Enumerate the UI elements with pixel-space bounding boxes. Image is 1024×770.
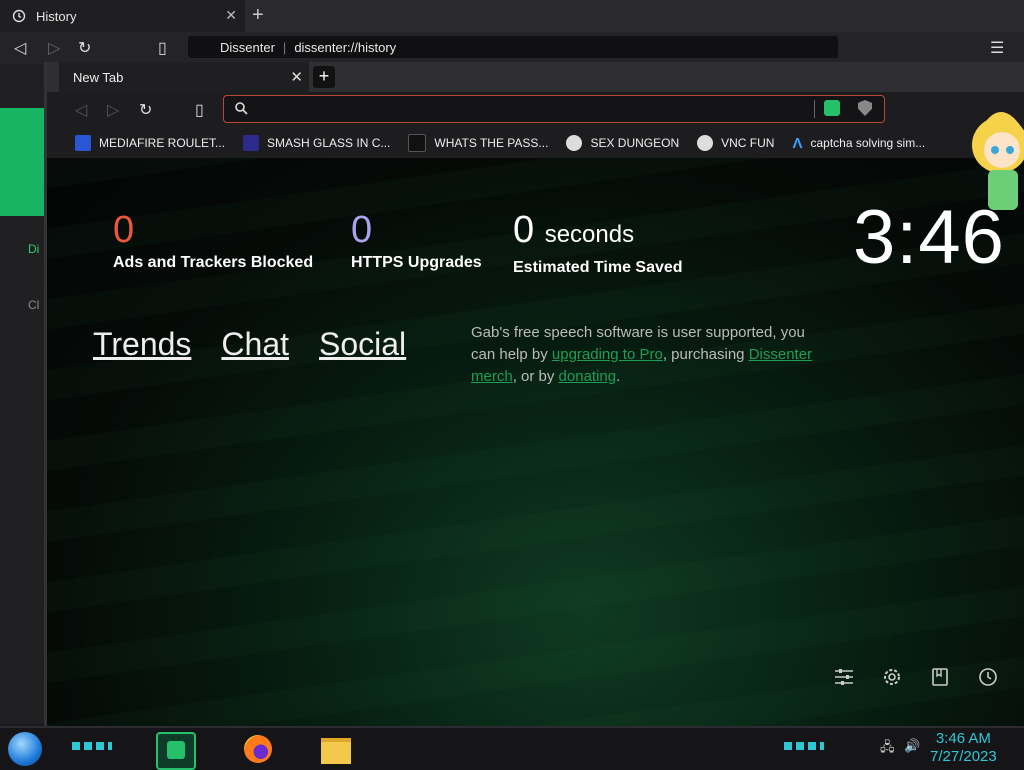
bookmark-label: captcha solving sim... <box>810 136 926 150</box>
forward-arrow-icon[interactable]: ▷ <box>48 38 60 58</box>
sidebar-green-panel <box>0 108 44 216</box>
sliders-icon[interactable] <box>833 666 855 688</box>
bookmarks-bar: MEDIAFIRE ROULET... SMASH GLASS IN C... … <box>47 128 1024 158</box>
quick-links: Trends Chat Social <box>93 326 406 363</box>
gear-icon[interactable] <box>881 666 903 688</box>
tab-new-tab[interactable]: New Tab ✕ <box>59 62 309 92</box>
volume-icon[interactable]: 🔊 <box>904 738 920 754</box>
bookmarks-icon[interactable] <box>929 666 951 688</box>
network-icon[interactable]: 🖧 <box>880 738 895 760</box>
address-url: dissenter://history <box>294 39 397 55</box>
dissenter-app-icon[interactable] <box>156 732 196 770</box>
link-trends[interactable]: Trends <box>93 326 191 363</box>
tab-history[interactable]: History ✕ <box>0 0 245 32</box>
taskbar-decoration <box>72 742 112 750</box>
file-explorer-icon[interactable] <box>318 732 354 766</box>
history-icon <box>12 9 26 23</box>
bookmark-icon[interactable]: ▯ <box>158 38 167 58</box>
back-tab-bar: History ✕ + <box>0 0 1024 32</box>
stat-label: HTTPS Upgrades <box>351 254 482 271</box>
address-site-name: Dissenter <box>220 39 275 55</box>
forward-arrow-icon[interactable]: ▷ <box>107 100 119 120</box>
stat-value: 0 <box>113 209 135 251</box>
bookmark-label: MEDIAFIRE ROULET... <box>99 136 226 150</box>
search-icon <box>235 102 248 115</box>
close-tab-icon[interactable]: ✕ <box>290 68 303 86</box>
system-date: 7/27/2023 <box>930 748 997 765</box>
stat-label: Ads and Trackers Blocked <box>113 254 314 271</box>
lock-icon <box>408 134 427 152</box>
bookmark-label: SEX DUNGEON <box>590 136 680 150</box>
firefox-icon[interactable] <box>240 732 276 766</box>
start-button[interactable] <box>8 732 42 766</box>
support-text: , or by <box>512 368 559 385</box>
smash-glass-icon <box>243 135 260 151</box>
support-text: , purchasing <box>662 346 749 363</box>
donate-link[interactable]: donating <box>559 368 617 385</box>
bookmark-label: WHATS THE PASS... <box>434 136 549 150</box>
stat-time-saved: 0 seconds Estimated Time Saved <box>513 210 683 277</box>
lambda-icon: Λ <box>792 135 803 152</box>
bookmark-item[interactable]: SEX DUNGEON <box>566 135 679 151</box>
reload-icon[interactable]: ↻ <box>139 100 152 120</box>
system-time: 3:46 AM <box>935 730 991 747</box>
skull-icon <box>566 135 583 151</box>
new-tab-button[interactable]: + <box>252 4 264 27</box>
bookmark-label: VNC FUN <box>721 136 775 150</box>
stat-value: 0 <box>351 209 373 251</box>
back-sidebar: Di Cl <box>0 64 44 724</box>
tab-title: New Tab <box>73 69 124 85</box>
address-bar[interactable] <box>223 95 885 123</box>
address-separator: | <box>282 39 287 55</box>
close-tab-icon[interactable]: ✕ <box>225 7 237 24</box>
bookmark-item[interactable]: WHATS THE PASS... <box>408 134 548 152</box>
back-address-bar[interactable]: Dissenter | dissenter://history <box>188 36 838 58</box>
skull-icon <box>697 135 714 151</box>
bookmark-item[interactable]: VNC FUN <box>697 135 774 151</box>
stat-ads-blocked: 0 Ads and Trackers Blocked <box>113 210 313 272</box>
history-icon[interactable] <box>977 666 999 688</box>
front-tab-bar: New Tab ✕ + <box>47 62 1024 92</box>
upgrade-pro-link[interactable]: upgrading to Pro <box>552 346 663 363</box>
reload-icon[interactable]: ↻ <box>78 38 91 58</box>
taskbar: 🖧 🔊 3:46 AM 7/27/2023 <box>0 726 1024 770</box>
bottom-toolbar <box>833 666 999 688</box>
sidebar-item-1[interactable]: Di <box>28 242 39 256</box>
bookmark-icon[interactable]: ▯ <box>195 100 204 120</box>
dissenter-comment-icon[interactable] <box>824 100 840 116</box>
tab-title: History <box>36 8 77 24</box>
bookmark-item[interactable]: SMASH GLASS IN C... <box>243 135 390 151</box>
back-arrow-icon[interactable]: ◁ <box>14 38 26 58</box>
new-tab-page: 0 Ads and Trackers Blocked 0 HTTPS Upgra… <box>47 158 1024 726</box>
bookmark-label: SMASH GLASS IN C... <box>267 136 391 150</box>
sidebar-item-2[interactable]: Cl <box>28 298 39 312</box>
shield-icon[interactable] <box>858 100 872 116</box>
system-clock[interactable]: 3:46 AM 7/27/2023 <box>930 730 997 766</box>
link-chat[interactable]: Chat <box>221 326 289 363</box>
mediafire-icon <box>75 135 91 151</box>
stat-unit: seconds <box>544 221 635 248</box>
support-text: . <box>616 368 621 385</box>
stat-value: 0 <box>513 209 535 251</box>
bookmark-item[interactable]: Λ captcha solving sim... <box>792 135 926 152</box>
taskbar-decoration <box>784 742 824 750</box>
front-browser-window: New Tab ✕ + ◁ ▷ ↻ ▯ MEDIAFIRE ROULET... … <box>44 62 1024 726</box>
new-tab-button[interactable]: + <box>313 66 335 88</box>
bookmark-item[interactable]: MEDIAFIRE ROULET... <box>75 135 225 151</box>
desktop-mascot-image <box>972 111 1024 210</box>
back-arrow-icon[interactable]: ◁ <box>75 100 87 120</box>
stat-https-upgrades: 0 HTTPS Upgrades <box>351 210 482 272</box>
support-message: Gab's free speech software is user suppo… <box>471 322 831 388</box>
link-social[interactable]: Social <box>319 326 406 363</box>
address-divider <box>814 100 815 118</box>
stat-label: Estimated Time Saved <box>513 259 683 276</box>
menu-icon[interactable]: ☰ <box>990 38 1004 58</box>
